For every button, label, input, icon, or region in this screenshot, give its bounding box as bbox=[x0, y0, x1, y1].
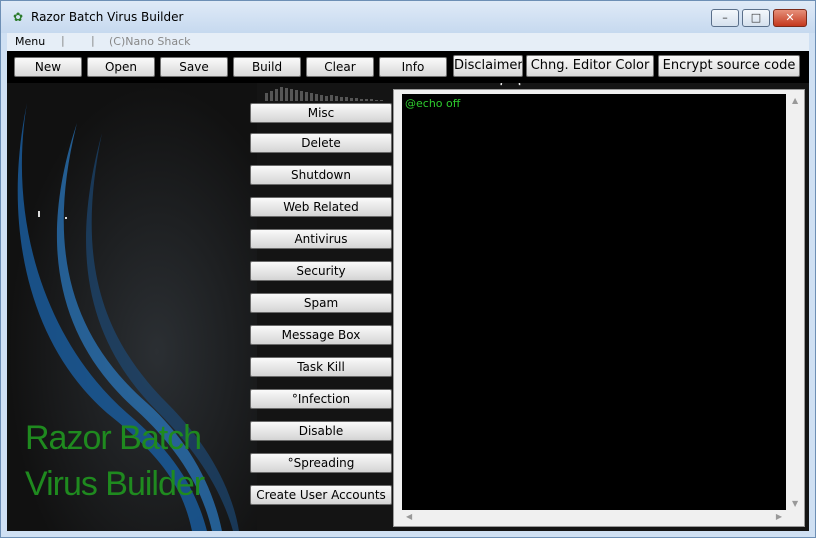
change-editor-color-button[interactable]: Chng. Editor Color bbox=[526, 55, 654, 77]
close-button[interactable]: ✕ bbox=[773, 9, 807, 27]
open-button[interactable]: Open bbox=[87, 57, 155, 77]
app-icon: ✿ bbox=[12, 10, 24, 24]
menu-separator: | bbox=[91, 34, 95, 47]
brand-line-1: Razor Batch bbox=[25, 419, 202, 457]
credit-label: (C)Nano Shack bbox=[109, 35, 191, 48]
encrypt-source-button[interactable]: Encrypt source code bbox=[658, 55, 800, 77]
menu-bar: Menu | | (C)Nano Shack bbox=[7, 33, 809, 51]
source-editor[interactable]: @echo off bbox=[402, 94, 786, 510]
main-area: Razor Batch Virus Builder Misc Delete Sh… bbox=[7, 83, 809, 531]
app-window: ✿ Razor Batch Virus Builder – □ ✕ Menu |… bbox=[0, 0, 816, 538]
infection-button[interactable]: °Infection bbox=[250, 389, 392, 409]
misc-button[interactable]: Misc bbox=[250, 103, 392, 123]
disable-button[interactable]: Disable bbox=[250, 421, 392, 441]
horizontal-scrollbar[interactable]: ◀ ▶ bbox=[402, 510, 786, 524]
disclaimer-button[interactable]: Disclaimer bbox=[453, 55, 523, 77]
spreading-button[interactable]: °Spreading bbox=[250, 453, 392, 473]
security-button[interactable]: Security bbox=[250, 261, 392, 281]
menu-item-menu[interactable]: Menu bbox=[15, 35, 45, 48]
scroll-left-icon[interactable]: ◀ bbox=[406, 512, 412, 521]
menu-separator: | bbox=[61, 34, 65, 47]
create-user-accounts-button[interactable]: Create User Accounts bbox=[250, 485, 392, 505]
window-title: Razor Batch Virus Builder bbox=[31, 10, 184, 24]
new-button[interactable]: New bbox=[14, 57, 82, 77]
maximize-button[interactable]: □ bbox=[742, 9, 770, 27]
task-kill-button[interactable]: Task Kill bbox=[250, 357, 392, 377]
shutdown-button[interactable]: Shutdown bbox=[250, 165, 392, 185]
minimize-button[interactable]: – bbox=[711, 9, 739, 27]
build-button[interactable]: Build bbox=[233, 57, 301, 77]
brand-line-2: Virus Builder bbox=[25, 465, 205, 503]
spam-button[interactable]: Spam bbox=[250, 293, 392, 313]
branding-panel: Razor Batch Virus Builder bbox=[7, 83, 257, 531]
web-related-button[interactable]: Web Related bbox=[250, 197, 392, 217]
swoosh-graphic bbox=[17, 103, 239, 531]
scroll-down-icon[interactable]: ▼ bbox=[792, 499, 798, 508]
message-box-button[interactable]: Message Box bbox=[250, 325, 392, 345]
toolbar: New Open Save Build Clear Info Disclaime… bbox=[7, 51, 809, 83]
equalizer-graphic bbox=[265, 87, 383, 101]
vertical-scrollbar[interactable]: ▲ ▼ bbox=[788, 94, 802, 510]
scroll-up-icon[interactable]: ▲ bbox=[792, 96, 798, 105]
info-button[interactable]: Info bbox=[379, 57, 447, 77]
antivirus-button[interactable]: Antivirus bbox=[250, 229, 392, 249]
scroll-right-icon[interactable]: ▶ bbox=[776, 512, 782, 521]
editor-container: @echo off ▲ ▼ ◀ ▶ bbox=[393, 89, 805, 527]
editor-content: @echo off bbox=[405, 97, 461, 110]
delete-button[interactable]: Delete bbox=[250, 133, 392, 153]
title-bar[interactable]: ✿ Razor Batch Virus Builder – □ ✕ bbox=[1, 1, 815, 33]
clear-button[interactable]: Clear bbox=[306, 57, 374, 77]
save-button[interactable]: Save bbox=[160, 57, 228, 77]
